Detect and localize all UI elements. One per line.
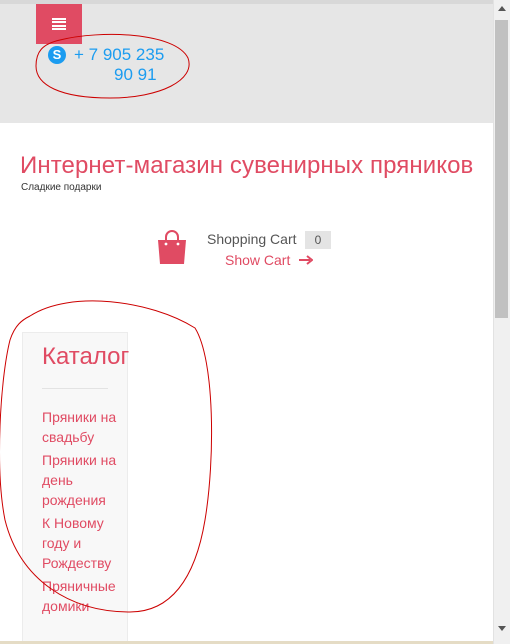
catalog-item-birthday[interactable]: Пряники на день рождения [42, 450, 126, 510]
shopping-bag-icon[interactable] [157, 230, 187, 264]
phone-number-line1: + 7 905 235 [74, 45, 165, 64]
catalog-item-new-year[interactable]: К Новому году и Рождеству [42, 513, 126, 573]
catalog-list: Пряники на свадьбу Пряники на день рожде… [42, 407, 126, 619]
phone-number-line2: 90 91 [114, 65, 157, 84]
catalog-widget: Каталог Пряники на свадьбу Пряники на де… [22, 332, 130, 644]
catalog-title: Каталог [42, 343, 130, 370]
catalog-divider [42, 388, 108, 389]
catalog-item-wedding[interactable]: Пряники на свадьбу [42, 407, 126, 447]
show-cart-link[interactable]: Show Cart [225, 252, 290, 268]
skype-icon: S [48, 46, 66, 64]
arrow-right-icon[interactable] [299, 255, 313, 265]
site-subtitle: Сладкие подарки [21, 182, 102, 193]
page-viewport: S + 7 905 235 90 91 Интернет-магазин сув… [0, 0, 493, 644]
menu-button[interactable] [36, 4, 82, 44]
top-bar: S + 7 905 235 90 91 [0, 0, 493, 123]
catalog-item-houses[interactable]: Пряничные домики [42, 576, 126, 616]
site-title[interactable]: Интернет-магазин сувенирных пряников [20, 152, 473, 180]
scroll-up-arrow-icon[interactable] [498, 6, 506, 11]
cart-title: Shopping Cart [207, 231, 297, 247]
scroll-down-arrow-icon[interactable] [498, 626, 506, 631]
menu-icon [52, 18, 66, 30]
vertical-scrollbar[interactable] [493, 0, 510, 644]
cart-count-badge: 0 [305, 231, 331, 249]
scrollbar-thumb[interactable] [495, 20, 508, 318]
